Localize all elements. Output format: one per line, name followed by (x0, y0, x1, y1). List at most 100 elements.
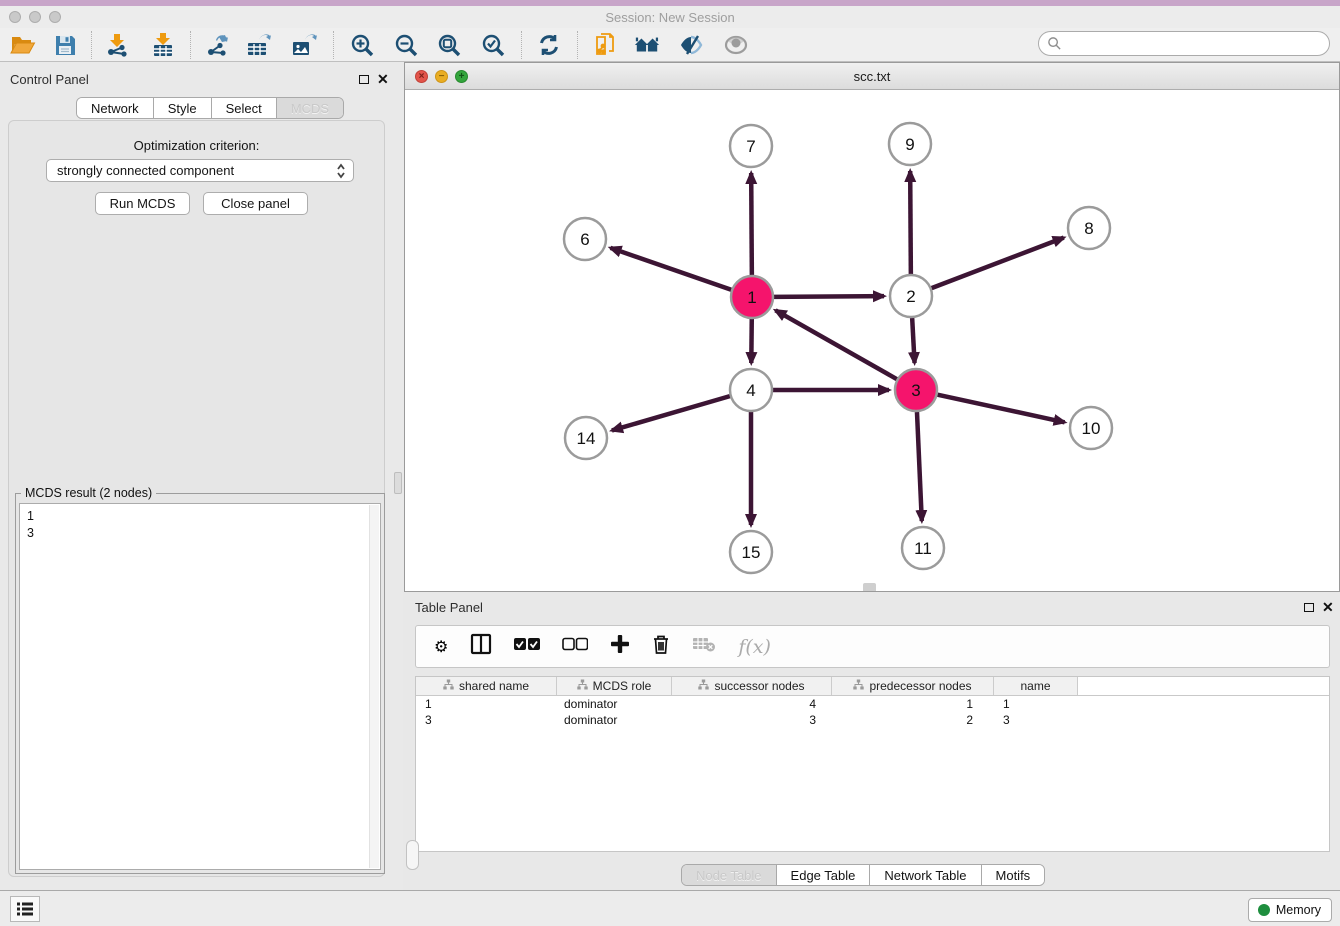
zoom-in-icon[interactable] (349, 32, 375, 58)
graph-edge-1-2[interactable] (774, 296, 884, 297)
cell-predecessor-nodes[interactable]: 1 (832, 696, 994, 712)
column-header-MCDS-role[interactable]: MCDS role (557, 677, 672, 695)
export-table-icon[interactable] (246, 32, 272, 58)
tab-select[interactable]: Select (212, 98, 277, 118)
copy-network-icon[interactable] (592, 32, 618, 58)
network-canvas[interactable]: 7 9 6 8 1 2 4 3 14 10 15 11 (405, 90, 1339, 591)
zoom-selected-icon[interactable] (480, 32, 506, 58)
close-panel-button[interactable]: Close panel (203, 192, 308, 215)
column-selector-icon[interactable] (470, 633, 492, 660)
select-all-icon[interactable] (514, 637, 540, 656)
run-mcds-button[interactable]: Run MCDS (95, 192, 190, 215)
tab-motifs[interactable]: Motifs (982, 865, 1045, 885)
column-header-label: name (1020, 679, 1050, 693)
graph-edge-3-1[interactable] (775, 310, 896, 379)
cell-name[interactable]: 1 (994, 696, 1078, 712)
delete-table-icon[interactable] (692, 635, 716, 658)
graph-edge-3-11[interactable] (917, 412, 922, 521)
table-row[interactable]: 1dominator411 (416, 696, 1329, 712)
tab-style[interactable]: Style (154, 98, 212, 118)
window-titlebar: Session: New Session (0, 6, 1340, 28)
cell-successor-nodes[interactable]: 4 (672, 696, 832, 712)
save-session-icon[interactable] (52, 32, 78, 58)
graph-node-10[interactable]: 10 (1070, 407, 1112, 449)
graph-edge-2-9[interactable] (910, 171, 911, 274)
table-panel: Table Panel ✕ ⚙ f(x) shared nameMCDS rol… (403, 592, 1340, 890)
graph-edge-1-6[interactable] (611, 248, 732, 290)
table-options-icon[interactable]: ⚙ (434, 637, 448, 657)
open-session-icon[interactable] (10, 32, 36, 58)
column-type-icon (443, 679, 454, 693)
graph-node-11[interactable]: 11 (902, 527, 944, 569)
cell-name[interactable]: 3 (994, 712, 1078, 728)
node-table: shared nameMCDS rolesuccessor nodesprede… (415, 676, 1330, 852)
cell-shared-name[interactable]: 1 (416, 696, 557, 712)
graph-edge-2-3[interactable] (912, 318, 914, 363)
float-table-panel-icon[interactable] (1304, 603, 1314, 612)
task-history-button[interactable] (10, 896, 40, 922)
tab-mcds[interactable]: MCDS (277, 98, 343, 118)
graph-node-3[interactable]: 3 (895, 369, 937, 411)
search-input[interactable] (1038, 31, 1330, 56)
toolbar-separator (577, 31, 578, 59)
apply-layout-icon[interactable] (536, 32, 562, 58)
criterion-select[interactable]: strongly connected component (46, 159, 354, 182)
control-panel-title: Control Panel (10, 72, 89, 87)
network-window-titlebar[interactable]: × − + scc.txt (405, 63, 1339, 90)
cell-successor-nodes[interactable]: 3 (672, 712, 832, 728)
cell-predecessor-nodes[interactable]: 2 (832, 712, 994, 728)
graph-edge-2-8[interactable] (932, 238, 1064, 289)
delete-column-icon[interactable] (652, 634, 670, 660)
zoom-out-icon[interactable] (393, 32, 419, 58)
ndex-home-icon[interactable] (634, 32, 660, 58)
tab-node-table[interactable]: Node Table (682, 865, 777, 885)
control-panel-tabs: NetworkStyleSelectMCDS (76, 97, 344, 119)
cell-MCDS-role[interactable]: dominator (557, 712, 672, 728)
memory-button[interactable]: Memory (1248, 898, 1332, 922)
table-scrollbar-thumb[interactable] (406, 840, 419, 870)
graph-edge-1-7[interactable] (751, 173, 752, 275)
birdseye-handle[interactable] (863, 583, 876, 591)
show-hide-details-icon[interactable] (678, 32, 704, 58)
tab-network-table[interactable]: Network Table (870, 865, 981, 885)
network-view-window: × − + scc.txt 7 9 6 8 1 2 4 3 14 10 15 11 (404, 62, 1340, 592)
import-table-icon[interactable] (150, 32, 176, 58)
graph-node-6[interactable]: 6 (564, 218, 606, 260)
export-image-icon[interactable] (291, 32, 317, 58)
table-row[interactable]: 3dominator323 (416, 712, 1329, 728)
graph-node-8[interactable]: 8 (1068, 207, 1110, 249)
cell-MCDS-role[interactable]: dominator (557, 696, 672, 712)
graph-node-1[interactable]: 1 (731, 276, 773, 318)
column-header-predecessor-nodes[interactable]: predecessor nodes (832, 677, 994, 695)
splitter-handle[interactable] (394, 472, 402, 494)
import-network-icon[interactable] (104, 32, 130, 58)
zoom-fit-icon[interactable] (436, 32, 462, 58)
tab-edge-table[interactable]: Edge Table (777, 865, 871, 885)
cell-shared-name[interactable]: 3 (416, 712, 557, 728)
column-header-successor-nodes[interactable]: successor nodes (672, 677, 832, 695)
export-network-icon[interactable] (204, 32, 230, 58)
graph-edge-3-10[interactable] (937, 395, 1064, 423)
graph-node-7[interactable]: 7 (730, 125, 772, 167)
close-panel-icon[interactable]: ✕ (377, 73, 389, 85)
mcds-result-textarea[interactable]: 1 3 (19, 503, 381, 870)
add-column-icon[interactable] (610, 634, 630, 659)
graph-node-14[interactable]: 14 (565, 417, 607, 459)
birdseye-icon[interactable] (723, 32, 749, 58)
deselect-all-icon[interactable] (562, 637, 588, 656)
function-builder-icon[interactable]: f(x) (738, 636, 771, 658)
column-header-name[interactable]: name (994, 677, 1078, 695)
column-header-shared-name[interactable]: shared name (416, 677, 557, 695)
result-scrollbar[interactable] (369, 505, 379, 868)
float-panel-icon[interactable] (359, 75, 369, 84)
svg-text:4: 4 (746, 381, 755, 400)
close-table-panel-icon[interactable]: ✕ (1322, 601, 1334, 613)
svg-text:6: 6 (580, 230, 589, 249)
graph-edge-4-14[interactable] (612, 396, 730, 430)
graph-node-9[interactable]: 9 (889, 123, 931, 165)
workspace: × − + scc.txt 7968124314101511 Table Pan… (404, 62, 1340, 890)
tab-network[interactable]: Network (77, 98, 154, 118)
graph-node-2[interactable]: 2 (890, 275, 932, 317)
graph-node-4[interactable]: 4 (730, 369, 772, 411)
graph-node-15[interactable]: 15 (730, 531, 772, 573)
